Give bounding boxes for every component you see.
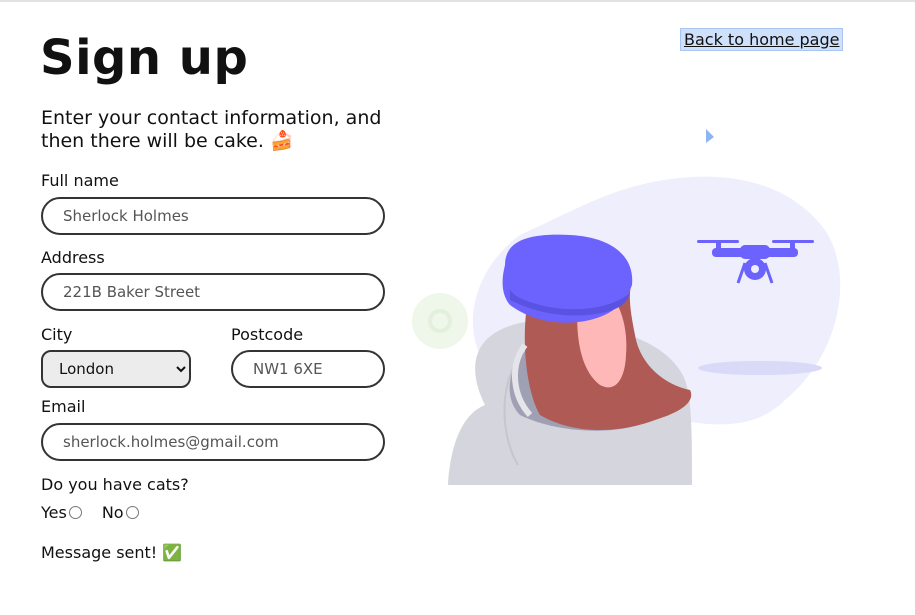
email-label: Email <box>41 397 86 416</box>
address-label: Address <box>41 248 105 267</box>
cats-yes-label: Yes <box>41 503 67 522</box>
status-message: Message sent! ✅ <box>41 543 183 562</box>
cats-no-label: No <box>101 503 124 522</box>
top-divider <box>0 0 915 2</box>
address-input[interactable] <box>41 273 385 311</box>
cats-no-option[interactable]: No <box>102 503 139 522</box>
full-name-label: Full name <box>41 171 119 190</box>
postcode-input[interactable] <box>231 350 385 388</box>
woman-with-drone-illustration <box>412 129 841 485</box>
page-title: Sign up <box>40 30 249 86</box>
cats-question-label: Do you have cats? <box>41 475 189 494</box>
postcode-label: Postcode <box>231 325 304 344</box>
cats-yes-radio[interactable] <box>68 506 82 519</box>
city-select[interactable]: London <box>41 350 191 388</box>
back-to-home-link[interactable]: Back to home page <box>680 28 844 51</box>
cursor-icon <box>706 129 714 143</box>
city-label: City <box>41 325 73 344</box>
full-name-input[interactable] <box>41 197 385 235</box>
cats-yes-option[interactable]: Yes <box>41 503 82 522</box>
decorative-circle <box>412 293 468 349</box>
cats-radio-group: Yes No <box>41 503 159 522</box>
cats-no-radio[interactable] <box>125 506 139 519</box>
page-subtitle: Enter your contact information, and then… <box>41 107 382 152</box>
email-input[interactable] <box>41 423 385 461</box>
drone-shadow <box>698 361 822 375</box>
